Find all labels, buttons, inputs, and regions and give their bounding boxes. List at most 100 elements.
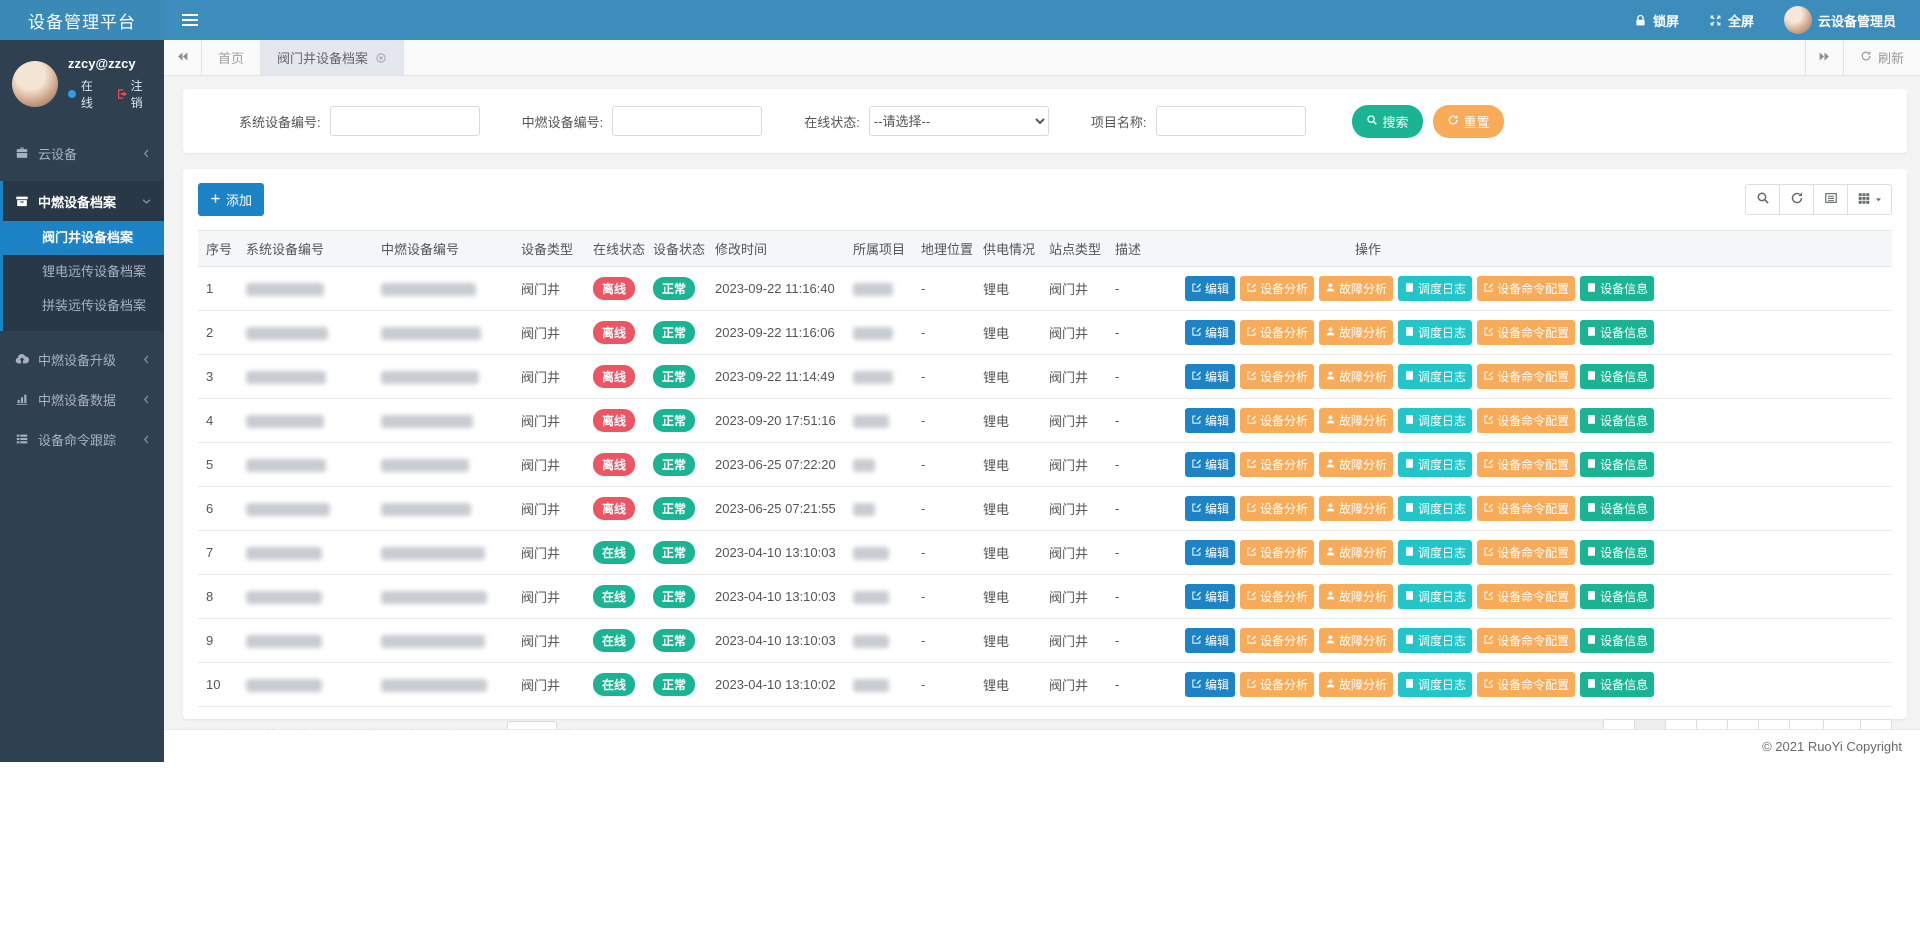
device-analysis-button[interactable]: 设备分析 — [1240, 320, 1314, 345]
table-search-button[interactable] — [1745, 184, 1780, 215]
device-info-button[interactable]: 设备信息 — [1580, 584, 1654, 609]
sidebar-item-assembled-remote-archive[interactable]: 拼装远传设备档案 — [3, 289, 164, 323]
device-command-config-button[interactable]: 设备命令配置 — [1477, 672, 1575, 697]
device-analysis-button[interactable]: 设备分析 — [1240, 276, 1314, 301]
fullscreen-button[interactable]: 全屏 — [1709, 11, 1754, 30]
device-info-button[interactable]: 设备信息 — [1580, 408, 1654, 433]
page-ellipsis[interactable]: ... — [1789, 719, 1824, 729]
zr-code-input[interactable] — [612, 106, 762, 136]
sidebar-item-zr-archive[interactable]: 中燃设备档案 — [3, 181, 164, 221]
page-button-5[interactable]: 5 — [1758, 719, 1790, 729]
fault-analysis-button[interactable]: 故障分析 — [1319, 452, 1393, 477]
edit-button[interactable]: 编辑 — [1185, 672, 1235, 697]
device-analysis-button[interactable]: 设备分析 — [1240, 452, 1314, 477]
close-icon[interactable] — [375, 52, 387, 64]
dispatch-log-button[interactable]: 调度日志 — [1398, 540, 1472, 565]
device-command-config-button[interactable]: 设备命令配置 — [1477, 540, 1575, 565]
fault-analysis-button[interactable]: 故障分析 — [1319, 628, 1393, 653]
edit-button[interactable]: 编辑 — [1185, 496, 1235, 521]
device-analysis-button[interactable]: 设备分析 — [1240, 672, 1314, 697]
device-info-button[interactable]: 设备信息 — [1580, 540, 1654, 565]
page-button-2[interactable]: 2 — [1665, 719, 1697, 729]
user-menu[interactable]: 云设备管理员 — [1784, 6, 1896, 34]
dispatch-log-button[interactable]: 调度日志 — [1398, 364, 1472, 389]
fault-analysis-button[interactable]: 故障分析 — [1319, 584, 1393, 609]
device-analysis-button[interactable]: 设备分析 — [1240, 496, 1314, 521]
table-detail-view-button[interactable] — [1813, 184, 1848, 215]
dispatch-log-button[interactable]: 调度日志 — [1398, 408, 1472, 433]
device-analysis-button[interactable]: 设备分析 — [1240, 408, 1314, 433]
device-info-button[interactable]: 设备信息 — [1580, 364, 1654, 389]
tabs-scroll-left-button[interactable] — [164, 40, 202, 75]
page-button-4[interactable]: 4 — [1727, 719, 1759, 729]
edit-button[interactable]: 编辑 — [1185, 276, 1235, 301]
edit-button[interactable]: 编辑 — [1185, 584, 1235, 609]
page-button-3[interactable]: 3 — [1696, 719, 1728, 729]
dispatch-log-button[interactable]: 调度日志 — [1398, 496, 1472, 521]
device-info-button[interactable]: 设备信息 — [1580, 672, 1654, 697]
sidebar-item-cloud-device[interactable]: 云设备 — [0, 133, 164, 173]
device-analysis-button[interactable]: 设备分析 — [1240, 628, 1314, 653]
device-info-button[interactable]: 设备信息 — [1580, 628, 1654, 653]
fault-analysis-button[interactable]: 故障分析 — [1319, 496, 1393, 521]
lock-screen-button[interactable]: 锁屏 — [1634, 11, 1679, 30]
dispatch-log-button[interactable]: 调度日志 — [1398, 584, 1472, 609]
project-name-input[interactable] — [1156, 106, 1306, 136]
logout-button[interactable]: 注销 — [116, 77, 154, 111]
dispatch-log-button[interactable]: 调度日志 — [1398, 452, 1472, 477]
device-command-config-button[interactable]: 设备命令配置 — [1477, 628, 1575, 653]
fault-analysis-button[interactable]: 故障分析 — [1319, 320, 1393, 345]
edit-button[interactable]: 编辑 — [1185, 364, 1235, 389]
device-command-config-button[interactable]: 设备命令配置 — [1477, 584, 1575, 609]
dispatch-log-button[interactable]: 调度日志 — [1398, 672, 1472, 697]
device-analysis-button[interactable]: 设备分析 — [1240, 540, 1314, 565]
fault-analysis-button[interactable]: 故障分析 — [1319, 540, 1393, 565]
table-refresh-button[interactable] — [1779, 184, 1814, 215]
add-button[interactable]: 添加 — [198, 183, 264, 216]
device-info-button[interactable]: 设备信息 — [1580, 276, 1654, 301]
fault-analysis-button[interactable]: 故障分析 — [1319, 672, 1393, 697]
fault-analysis-button[interactable]: 故障分析 — [1319, 276, 1393, 301]
sidebar-item-valve-well-archive[interactable]: 阀门井设备档案 — [3, 221, 164, 255]
online-status-select[interactable]: --请选择-- — [869, 106, 1049, 136]
device-info-button[interactable]: 设备信息 — [1580, 496, 1654, 521]
device-analysis-button[interactable]: 设备分析 — [1240, 364, 1314, 389]
device-command-config-button[interactable]: 设备命令配置 — [1477, 276, 1575, 301]
tab-home[interactable]: 首页 — [202, 40, 261, 75]
device-info-button[interactable]: 设备信息 — [1580, 320, 1654, 345]
device-command-config-button[interactable]: 设备命令配置 — [1477, 496, 1575, 521]
reset-button[interactable]: 重置 — [1433, 105, 1504, 138]
table-columns-button[interactable] — [1847, 184, 1892, 215]
device-command-config-button[interactable]: 设备命令配置 — [1477, 320, 1575, 345]
edit-button[interactable]: 编辑 — [1185, 320, 1235, 345]
sidebar-toggle-button[interactable] — [164, 0, 216, 40]
edit-button[interactable]: 编辑 — [1185, 628, 1235, 653]
dispatch-log-button[interactable]: 调度日志 — [1398, 320, 1472, 345]
device-command-config-button[interactable]: 设备命令配置 — [1477, 408, 1575, 433]
dispatch-log-button[interactable]: 调度日志 — [1398, 628, 1472, 653]
page-size-select[interactable]: 10 — [507, 721, 557, 729]
sidebar-item-zr-data[interactable]: 中燃设备数据 — [0, 379, 164, 419]
page-next-button[interactable]: › — [1860, 719, 1892, 729]
sidebar-item-lithium-remote-archive[interactable]: 锂电远传设备档案 — [3, 255, 164, 289]
edit-button[interactable]: 编辑 — [1185, 452, 1235, 477]
device-info-button[interactable]: 设备信息 — [1580, 452, 1654, 477]
fault-analysis-button[interactable]: 故障分析 — [1319, 408, 1393, 433]
fault-analysis-button[interactable]: 故障分析 — [1319, 364, 1393, 389]
device-analysis-button[interactable]: 设备分析 — [1240, 584, 1314, 609]
page-button-17[interactable]: 17 — [1823, 719, 1861, 729]
device-command-config-button[interactable]: 设备命令配置 — [1477, 364, 1575, 389]
search-button[interactable]: 搜索 — [1352, 105, 1423, 138]
page-prev-button[interactable]: ‹ — [1603, 719, 1635, 729]
page-button-1[interactable]: 1 — [1634, 719, 1666, 729]
edit-button[interactable]: 编辑 — [1185, 540, 1235, 565]
edit-button[interactable]: 编辑 — [1185, 408, 1235, 433]
tab-valve-well-archive[interactable]: 阀门井设备档案 — [261, 40, 404, 75]
sidebar-item-command-tracking[interactable]: 设备命令跟踪 — [0, 419, 164, 459]
device-command-config-button[interactable]: 设备命令配置 — [1477, 452, 1575, 477]
system-code-input[interactable] — [330, 106, 480, 136]
dispatch-log-button[interactable]: 调度日志 — [1398, 276, 1472, 301]
tabs-scroll-right-button[interactable] — [1805, 40, 1843, 75]
sidebar-item-zr-upgrade[interactable]: 中燃设备升级 — [0, 339, 164, 379]
refresh-tab-button[interactable]: 刷新 — [1843, 40, 1920, 75]
